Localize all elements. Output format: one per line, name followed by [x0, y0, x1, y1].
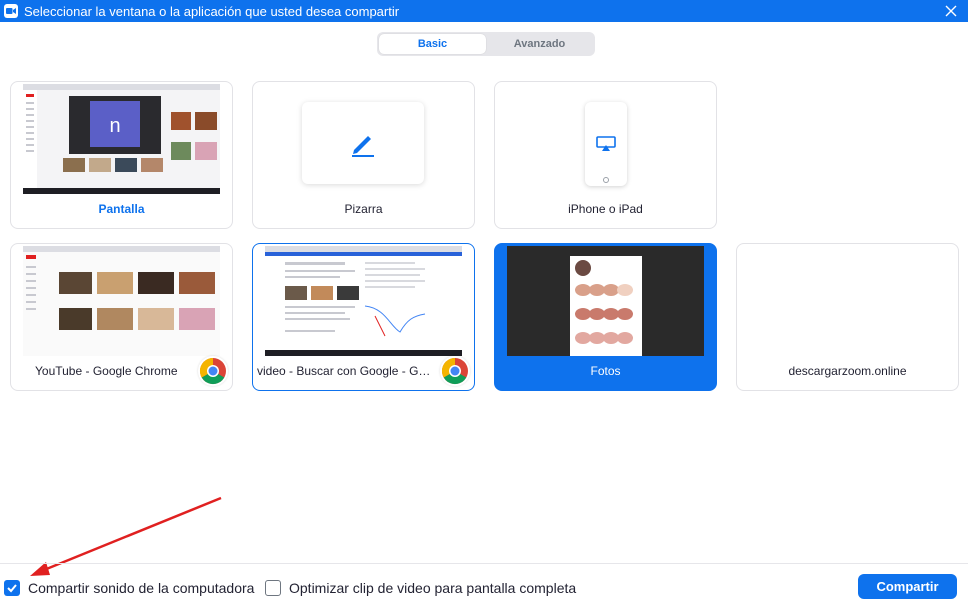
pencil-icon [352, 136, 374, 157]
chrome-icon [440, 356, 470, 386]
share-mode-tabs: Basic Avanzado [377, 32, 595, 56]
share-tile-pizarra[interactable]: Pizarra [252, 81, 475, 229]
title-bar: Seleccionar la ventana o la aplicación q… [0, 0, 968, 22]
tab-avanzado[interactable]: Avanzado [486, 34, 593, 54]
tile-label: iPhone o iPad [568, 202, 643, 216]
share-tile-pantalla[interactable]: n Pantalla [10, 81, 233, 229]
svg-text:n: n [109, 115, 120, 137]
optimize-clip-label: Optimizar clip de video para pantalla co… [289, 580, 577, 596]
photos-thumbnail [507, 246, 704, 356]
tile-label: Fotos [590, 364, 621, 378]
airplay-icon [596, 136, 616, 151]
share-button[interactable]: Compartir [858, 574, 957, 599]
checkbox-checked-icon[interactable] [4, 580, 20, 596]
share-sound-checkbox[interactable]: Compartir sonido de la computadora [4, 580, 254, 596]
youtube-thumbnail [23, 246, 220, 356]
chrome-icon [198, 356, 228, 386]
tab-basic[interactable]: Basic [379, 34, 486, 54]
share-tile-descargarzoom[interactable]: descargarzoom.online [736, 243, 959, 391]
whiteboard-icon [302, 102, 424, 184]
share-tile-fotos[interactable]: Fotos [494, 243, 717, 391]
zoom-camera-icon [4, 4, 18, 18]
window-title: Seleccionar la ventana o la aplicación q… [24, 3, 400, 19]
close-icon[interactable] [940, 0, 962, 22]
phone-icon [585, 102, 627, 186]
tile-label: Pizarra [344, 202, 383, 216]
tile-label: descargarzoom.online [788, 364, 907, 378]
screen-thumbnail: n [23, 84, 220, 194]
tile-label: video - Buscar con Google - Goo... [257, 364, 442, 378]
tile-label: Pantalla [98, 202, 145, 216]
share-sound-label: Compartir sonido de la computadora [28, 580, 255, 596]
checkbox-unchecked-icon[interactable] [265, 580, 281, 596]
optimize-clip-checkbox[interactable]: Optimizar clip de video para pantalla co… [265, 580, 576, 596]
share-tile-video[interactable]: video - Buscar con Google - Goo... [252, 243, 475, 391]
share-tile-youtube[interactable]: YouTube - Google Chrome [10, 243, 233, 391]
google-search-thumbnail [265, 246, 462, 356]
footer-bar: Compartir sonido de la computadora Optim… [0, 563, 968, 605]
share-tile-iphone[interactable]: iPhone o iPad [494, 81, 717, 229]
